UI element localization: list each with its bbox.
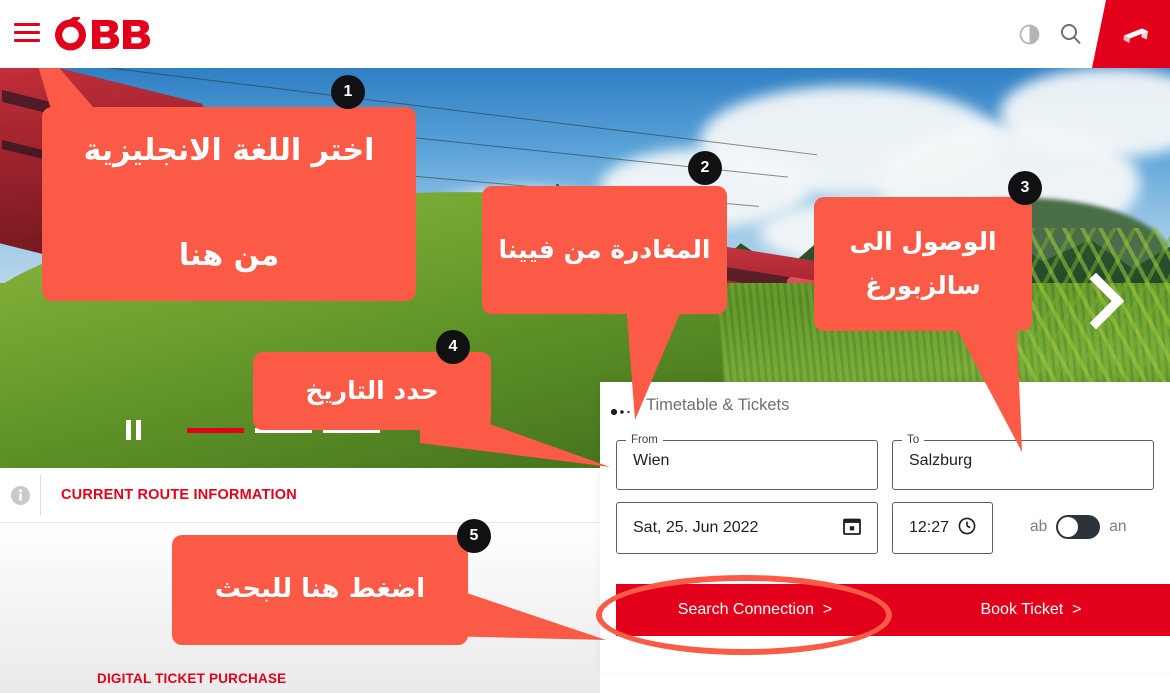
chevron-right-icon: >: [1072, 601, 1082, 618]
date-field[interactable]: Sat, 25. Jun 2022: [616, 502, 878, 554]
search-connection-label: Search Connection: [677, 601, 814, 618]
callout-badge-2: 2: [688, 151, 722, 185]
to-label: To: [907, 434, 920, 446]
callout-text-4: حدد التاريخ: [305, 376, 439, 406]
callout-text-1: اختر اللغة الانجليزية من هنا: [83, 133, 375, 274]
from-value[interactable]: Wien: [617, 446, 877, 475]
time-value: 12:27: [909, 519, 950, 536]
callout-bubble-1: اختر اللغة الانجليزية من هنا: [42, 107, 416, 301]
obb-logo[interactable]: [52, 17, 172, 53]
callout-text-5: اضغط هنا للبحث: [214, 574, 426, 605]
from-field[interactable]: From Wien: [616, 434, 878, 490]
callout-badge-1: 1: [331, 75, 365, 109]
callout-badge-3: 3: [1008, 171, 1042, 205]
date-value: Sat, 25. Jun 2022: [633, 519, 759, 536]
time-field[interactable]: 12:27: [892, 502, 993, 554]
page-root: CURRENT ROUTE INFORMATION DIGITAL TICKET…: [0, 0, 1170, 693]
callout-badge-5: 5: [457, 519, 491, 553]
departure-arrival-toggle[interactable]: ab an: [1030, 515, 1127, 539]
toggle-switch[interactable]: [1056, 515, 1101, 539]
calendar-icon[interactable]: [843, 517, 861, 540]
digital-ticket-purchase-label[interactable]: DIGITAL TICKET PURCHASE: [97, 671, 286, 686]
pause-button[interactable]: [126, 420, 141, 440]
contrast-toggle-icon[interactable]: [1008, 0, 1050, 68]
info-circle-icon: [0, 485, 40, 506]
ticket-shop-button[interactable]: [1092, 0, 1170, 68]
current-route-information-label[interactable]: CURRENT ROUTE INFORMATION: [61, 487, 297, 503]
clock-icon[interactable]: [958, 517, 976, 540]
callout-bubble-5: اضغط هنا للبحث: [172, 535, 468, 645]
toggle-label-an: an: [1109, 518, 1127, 535]
callout-bubble-2: المغادرة من فيينا: [482, 186, 727, 314]
ticket-icon: [1123, 28, 1148, 43]
toggle-label-ab: ab: [1030, 518, 1048, 535]
book-ticket-button[interactable]: Book Ticket >: [892, 584, 1170, 636]
chevron-right-icon: >: [822, 601, 833, 618]
site-header: [0, 0, 1170, 68]
search-connection-button[interactable]: Search Connection >: [616, 584, 894, 636]
slide-indicator-1[interactable]: [187, 427, 244, 433]
callout-bubble-3: الوصول الى سالزبورغ: [814, 197, 1032, 331]
callout-badge-4: 4: [436, 330, 470, 364]
vertical-divider: [40, 475, 41, 515]
callout-text-3: الوصول الى سالزبورغ: [849, 227, 997, 300]
book-ticket-label: Book Ticket: [980, 601, 1064, 618]
callout-text-2: المغادرة من فيينا: [498, 235, 711, 265]
search-icon[interactable]: [1050, 0, 1092, 68]
hamburger-menu-icon[interactable]: [14, 22, 40, 44]
header-icons: [1008, 0, 1170, 68]
obb-wordmark-icon: [54, 17, 151, 51]
